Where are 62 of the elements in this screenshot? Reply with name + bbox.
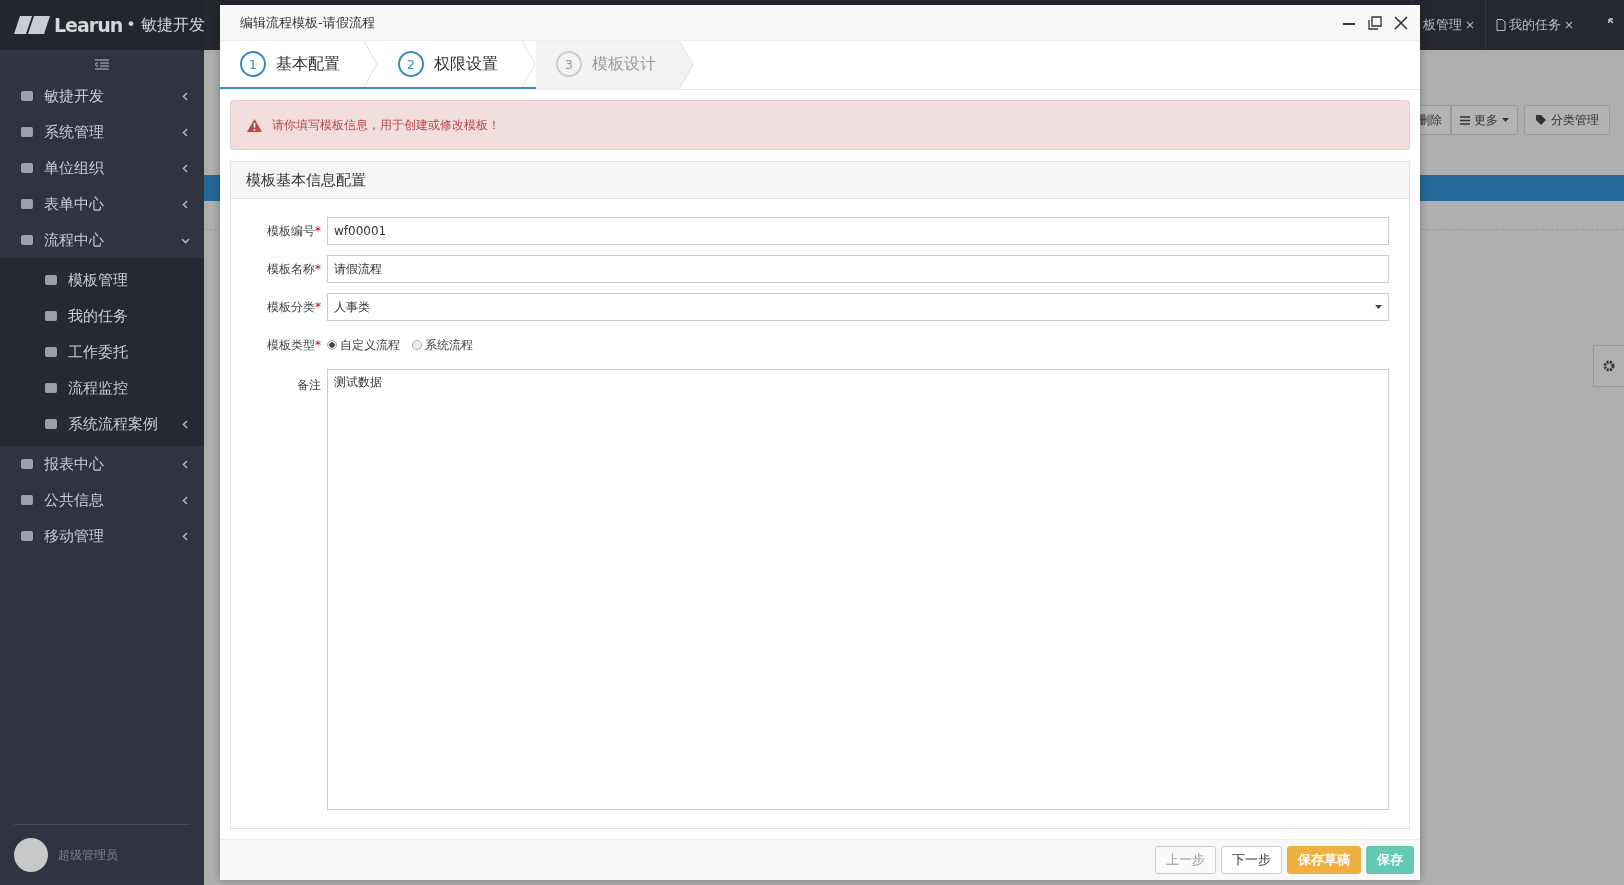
field-label: 模板名称* xyxy=(266,260,321,278)
step-chevron-icon xyxy=(364,41,378,87)
wizard-step[interactable]: 1 基本配置 xyxy=(220,41,378,89)
list-icon xyxy=(1460,115,1470,125)
field-label: 备注 xyxy=(296,377,321,394)
select-field[interactable]: 人事类 xyxy=(327,293,1389,321)
menu-item[interactable]: 单位组织 xyxy=(0,150,204,186)
radio-option[interactable]: 自定义流程 xyxy=(327,336,400,354)
text-field[interactable]: 请假流程 xyxy=(327,255,1389,283)
close-tab-button[interactable]: × xyxy=(1464,18,1475,32)
maximize-icon[interactable] xyxy=(1368,15,1382,30)
user-name: 超级管理员 xyxy=(58,846,118,864)
radio-option[interactable]: 系统流程 xyxy=(412,336,473,354)
submenu-item[interactable]: 系统流程案例 xyxy=(0,406,204,442)
logo-icon xyxy=(14,16,50,34)
user-avatar[interactable] xyxy=(14,838,48,872)
app-title: • 敏捷开发 xyxy=(126,14,205,36)
caret-icon xyxy=(1375,305,1382,309)
field-label: 模板分类* xyxy=(266,298,321,316)
text-field[interactable]: wf00001 xyxy=(327,217,1389,245)
field-label: 模板类型* xyxy=(266,336,321,354)
step-chevron-icon xyxy=(522,41,536,87)
submenu-item[interactable]: 模板管理 xyxy=(0,262,204,298)
menu-icon[interactable] xyxy=(95,58,109,70)
chevron-left-icon xyxy=(181,495,190,505)
menu-item[interactable]: 公共信息 xyxy=(0,482,204,518)
notes-field[interactable]: 测试数据 xyxy=(327,369,1389,810)
chevron-left-icon xyxy=(181,419,190,429)
settings-icon xyxy=(1603,360,1615,372)
menu-item[interactable]: 表单中心 xyxy=(0,186,204,222)
logo-text: Learun xyxy=(54,14,123,36)
menu-item[interactable]: 敏捷开发 xyxy=(0,78,204,114)
radio-button[interactable] xyxy=(327,340,337,350)
chevron-left-icon xyxy=(181,163,190,173)
alert-message: 请你填写模板信息，用于创建或修改模板！ xyxy=(272,116,500,134)
chevron-left-icon xyxy=(181,199,190,209)
field-label: 模板编号* xyxy=(266,222,321,240)
tag-icon xyxy=(1535,114,1547,126)
warning-icon xyxy=(247,118,262,132)
menu-item[interactable]: 系统管理 xyxy=(0,114,204,150)
page-tab[interactable]: 我的任务 × xyxy=(1484,0,1584,50)
chevron-left-icon xyxy=(181,127,190,137)
menu-item[interactable]: 流程中心 xyxy=(0,222,204,258)
dialog-button[interactable]: 下一步 xyxy=(1221,846,1282,874)
dialog-title: 编辑流程模板-请假流程 xyxy=(240,13,375,32)
menu-item[interactable]: 报表中心 xyxy=(0,446,204,482)
submenu-item[interactable]: 工作委托 xyxy=(0,334,204,370)
toolbar-button[interactable]: 分类管理 xyxy=(1524,105,1610,135)
chevron-left-icon xyxy=(181,459,190,469)
radio-button[interactable] xyxy=(412,340,422,350)
close-tab-button[interactable]: × xyxy=(1563,18,1574,32)
submenu-item[interactable]: 我的任务 xyxy=(0,298,204,334)
chevron-left-icon xyxy=(181,91,190,101)
toolbar-button[interactable]: 更多 xyxy=(1451,105,1518,135)
chevron-down-icon xyxy=(181,235,190,245)
caret-icon xyxy=(1502,118,1509,122)
close-icon[interactable] xyxy=(1394,15,1408,30)
menu-item[interactable]: 移动管理 xyxy=(0,518,204,554)
chevron-left-icon xyxy=(181,531,190,541)
panel-title: 模板基本信息配置 xyxy=(231,162,1409,199)
submenu-item[interactable]: 流程监控 xyxy=(0,370,204,406)
settings-button[interactable] xyxy=(1593,345,1624,387)
